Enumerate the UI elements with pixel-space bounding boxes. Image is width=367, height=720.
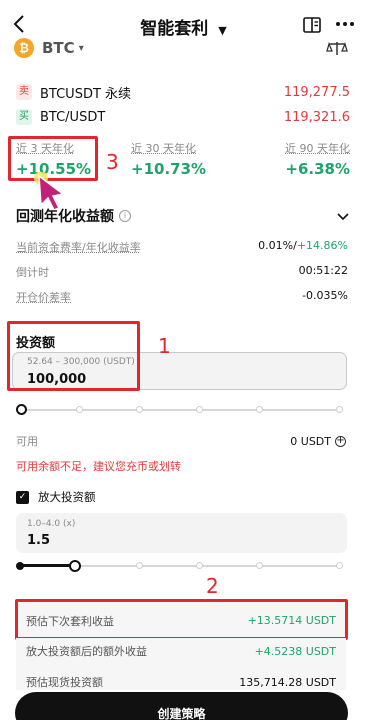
book-icon[interactable] [302,15,322,35]
checkbox-checked-icon[interactable]: ✓ [16,490,29,504]
countdown-value: 00:51:22 [298,264,348,277]
estimate-label: 放大投资额后的额外收益 [26,645,147,658]
pair-name: BTC/USDT [40,109,106,125]
backtest-header[interactable]: 回测年化收益额 i [16,206,350,226]
investment-slider[interactable] [16,403,346,417]
slider-step[interactable] [256,562,263,569]
available-label: 可用 [16,435,38,448]
spread-row: 开仓价差率 -0.035% [16,289,348,305]
estimate-value: +4.5238 USDT [254,644,336,658]
pair-price: 119,321.6 [283,109,350,125]
caret-down-icon: ▼ [218,24,227,37]
slider-thumb[interactable] [69,560,81,572]
chevron-down-icon: ▾ [78,42,84,54]
slider-step[interactable] [336,406,343,413]
annotation-number-3: 3 [106,150,119,174]
coin-symbol: BTC [42,39,75,57]
estimate-spot-amount: 预估现货投资额 135,714.28 USDT [16,664,346,690]
leverage-checkbox[interactable]: ✓ 放大投资额 [16,489,96,505]
pair-price: 119,277.5 [283,84,350,100]
apy-label: 近 30 天年化 [131,142,196,155]
slider-step[interactable] [256,406,263,413]
countdown-row: 倒计时 00:51:22 [16,264,348,280]
slider-step[interactable] [136,406,143,413]
pair-name: BTCUSDT 永续 [40,86,132,102]
slider-start[interactable] [16,562,24,570]
leverage-range-hint: 1.0–4.0 (x) [27,519,76,529]
funding-rate-value: 0.01%/+14.86% [258,239,348,255]
slider-fill [20,564,76,567]
create-strategy-button[interactable]: 创建策略 [15,692,348,720]
add-funds-icon[interactable]: + [335,435,346,447]
funding-rate-apy: +14.86% [296,239,348,252]
annotation-box-2 [15,599,348,640]
leverage-checkbox-label: 放大投资额 [38,490,96,504]
leverage-slider[interactable] [16,558,346,574]
leverage-value: 1.5 [27,533,51,548]
backtest-title: 回测年化收益额 [16,209,114,225]
balance-scale-icon[interactable] [326,40,348,56]
estimate-value: 135,714.28 USDT [239,675,336,689]
apy-value: +10.73% [131,160,207,178]
spread-label: 开仓价差率 [16,291,71,304]
sell-tag: 卖 [16,84,32,100]
apy-90d[interactable]: 近 90 天年化 +6.38% [250,140,350,178]
estimate-label: 预估现货投资额 [26,676,103,689]
apy-30d[interactable]: 近 30 天年化 +10.73% [131,140,241,178]
slider-step[interactable] [136,562,143,569]
annotation-box-1 [7,321,140,391]
estimate-extra-profit: 放大投资额后的额外收益 +4.5238 USDT [16,638,346,664]
pair-row-buy[interactable]: 买 BTC/USDT 119,321.6 [16,107,350,127]
spread-value: -0.035% [302,289,348,302]
annotation-number-1: 1 [158,334,171,358]
apy-label: 近 90 天年化 [285,142,350,155]
leverage-input[interactable]: 1.0–4.0 (x) 1.5 [16,513,347,553]
btc-logo-icon: ₿ [14,38,34,58]
info-icon[interactable]: i [119,210,131,222]
page-title-text: 智能套利 [140,19,209,39]
funding-rate-rate: 0.01%/ [258,239,297,252]
pair-row-sell[interactable]: 卖 BTCUSDT 永续 119,277.5 [16,82,350,102]
chevron-down-icon[interactable] [336,207,350,226]
more-icon[interactable] [334,14,356,34]
insufficient-balance-warning: 可用余额不足，建议您充币或划转 [16,460,181,473]
buy-tag: 买 [16,109,32,125]
slider-step[interactable] [196,562,203,569]
annotation-number-2: 2 [206,574,219,598]
available-value: 0 USDT [290,434,331,448]
funding-rate-row: 当前资金费率/年化收益率 0.01%/+14.86% [16,239,348,255]
funding-rate-label: 当前资金费率/年化收益率 [16,241,141,254]
slider-thumb[interactable] [16,404,27,415]
coin-selector[interactable]: ₿ BTC ▾ [14,37,84,59]
slider-step[interactable] [196,406,203,413]
available-row: 可用 0 USDT + [16,433,346,449]
slider-step[interactable] [76,406,83,413]
slider-track [20,409,342,411]
countdown-label: 倒计时 [16,266,49,279]
apy-value: +6.38% [285,160,350,178]
create-strategy-label: 创建策略 [157,707,206,720]
slider-step[interactable] [336,562,343,569]
